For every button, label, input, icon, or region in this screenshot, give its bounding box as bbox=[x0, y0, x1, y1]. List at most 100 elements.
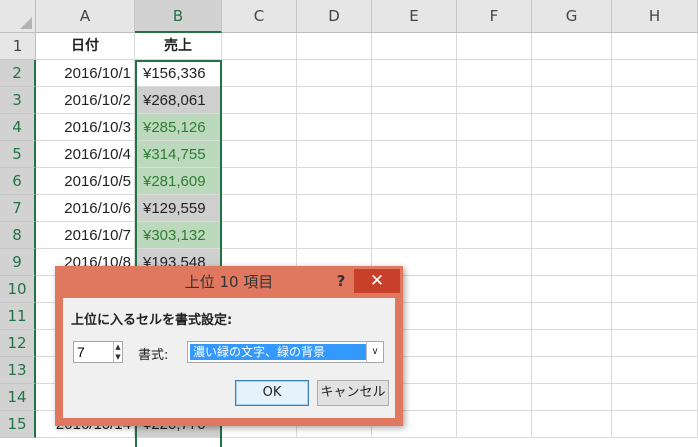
grid-cell[interactable] bbox=[612, 411, 698, 438]
grid-cell[interactable] bbox=[297, 60, 372, 87]
grid-cell[interactable] bbox=[612, 141, 698, 168]
sales-cell[interactable]: ¥268,061 bbox=[135, 87, 222, 114]
grid-cell[interactable] bbox=[612, 60, 698, 87]
grid-cell[interactable] bbox=[297, 168, 372, 195]
row-header-7[interactable]: 7 bbox=[0, 195, 36, 222]
grid-cell[interactable] bbox=[297, 141, 372, 168]
row-header-13[interactable]: 13 bbox=[0, 357, 36, 384]
date-cell[interactable]: 2016/10/1 bbox=[36, 60, 135, 87]
column-header-h[interactable]: H bbox=[612, 0, 698, 33]
grid-cell[interactable] bbox=[372, 195, 457, 222]
grid-cell[interactable] bbox=[457, 168, 532, 195]
grid-cell[interactable] bbox=[222, 60, 297, 87]
grid-cell[interactable] bbox=[372, 114, 457, 141]
row-header-6[interactable]: 6 bbox=[0, 168, 36, 195]
grid-cell[interactable] bbox=[532, 357, 612, 384]
grid-cell[interactable] bbox=[457, 384, 532, 411]
grid-cell[interactable] bbox=[457, 357, 532, 384]
grid-cell[interactable] bbox=[297, 222, 372, 249]
row-header-9[interactable]: 9 bbox=[0, 249, 36, 276]
row-header-8[interactable]: 8 bbox=[0, 222, 36, 249]
grid-cell[interactable] bbox=[297, 33, 372, 60]
grid-cell[interactable] bbox=[532, 33, 612, 60]
grid-cell[interactable] bbox=[457, 114, 532, 141]
sales-cell[interactable]: ¥129,559 bbox=[135, 195, 222, 222]
grid-cell[interactable] bbox=[297, 87, 372, 114]
format-select[interactable]: 濃い緑の文字、緑の背景 ∨ bbox=[187, 341, 384, 363]
spin-down-icon[interactable]: ▼ bbox=[114, 352, 122, 362]
grid-cell[interactable] bbox=[457, 141, 532, 168]
grid-cell[interactable] bbox=[612, 357, 698, 384]
row-header-11[interactable]: 11 bbox=[0, 303, 36, 330]
sales-cell[interactable]: ¥314,755 bbox=[135, 141, 222, 168]
column-header-f[interactable]: F bbox=[457, 0, 532, 33]
grid-cell[interactable] bbox=[532, 195, 612, 222]
row-header-1[interactable]: 1 bbox=[0, 33, 36, 60]
grid-cell[interactable] bbox=[372, 87, 457, 114]
grid-cell[interactable] bbox=[457, 33, 532, 60]
grid-cell[interactable] bbox=[222, 87, 297, 114]
grid-cell[interactable] bbox=[457, 60, 532, 87]
cancel-button[interactable]: キャンセル bbox=[317, 380, 389, 406]
grid-cell[interactable] bbox=[457, 303, 532, 330]
column-header-e[interactable]: E bbox=[372, 0, 457, 33]
grid-cell[interactable] bbox=[532, 411, 612, 438]
column-header-g[interactable]: G bbox=[532, 0, 612, 33]
row-header-10[interactable]: 10 bbox=[0, 276, 36, 303]
column-header-c[interactable]: C bbox=[222, 0, 297, 33]
row-header-15[interactable]: 15 bbox=[0, 411, 36, 438]
grid-cell[interactable] bbox=[532, 276, 612, 303]
grid-cell[interactable] bbox=[457, 87, 532, 114]
grid-cell[interactable] bbox=[372, 33, 457, 60]
row-header-2[interactable]: 2 bbox=[0, 60, 36, 87]
grid-cell[interactable] bbox=[457, 249, 532, 276]
grid-cell[interactable] bbox=[612, 195, 698, 222]
grid-cell[interactable] bbox=[532, 222, 612, 249]
column-header-b[interactable]: B bbox=[135, 0, 222, 33]
grid-cell[interactable] bbox=[222, 141, 297, 168]
header-cell-sales[interactable]: 売上 bbox=[135, 33, 222, 60]
grid-cell[interactable] bbox=[612, 330, 698, 357]
grid-cell[interactable] bbox=[297, 114, 372, 141]
date-cell[interactable]: 2016/10/5 bbox=[36, 168, 135, 195]
sales-cell[interactable]: ¥156,336 bbox=[135, 60, 222, 87]
grid-cell[interactable] bbox=[222, 195, 297, 222]
grid-cell[interactable] bbox=[372, 60, 457, 87]
grid-cell[interactable] bbox=[222, 222, 297, 249]
grid-cell[interactable] bbox=[612, 33, 698, 60]
help-icon[interactable]: ? bbox=[331, 270, 351, 292]
grid-cell[interactable] bbox=[457, 330, 532, 357]
grid-cell[interactable] bbox=[372, 168, 457, 195]
date-cell[interactable]: 2016/10/7 bbox=[36, 222, 135, 249]
grid-cell[interactable] bbox=[532, 141, 612, 168]
row-header-4[interactable]: 4 bbox=[0, 114, 36, 141]
date-cell[interactable]: 2016/10/3 bbox=[36, 114, 135, 141]
row-header-12[interactable]: 12 bbox=[0, 330, 36, 357]
grid-cell[interactable] bbox=[222, 114, 297, 141]
sales-cell[interactable]: ¥303,132 bbox=[135, 222, 222, 249]
grid-cell[interactable] bbox=[532, 330, 612, 357]
sales-cell[interactable]: ¥281,609 bbox=[135, 168, 222, 195]
grid-cell[interactable] bbox=[532, 303, 612, 330]
date-cell[interactable]: 2016/10/2 bbox=[36, 87, 135, 114]
grid-cell[interactable] bbox=[532, 60, 612, 87]
grid-cell[interactable] bbox=[532, 114, 612, 141]
grid-cell[interactable] bbox=[372, 141, 457, 168]
grid-cell[interactable] bbox=[532, 249, 612, 276]
grid-cell[interactable] bbox=[222, 168, 297, 195]
spin-up-icon[interactable]: ▲ bbox=[114, 342, 122, 352]
chevron-down-icon[interactable]: ∨ bbox=[366, 342, 383, 362]
count-spinner[interactable]: ▲ ▼ bbox=[113, 342, 122, 362]
grid-cell[interactable] bbox=[372, 222, 457, 249]
grid-cell[interactable] bbox=[532, 384, 612, 411]
select-all-corner[interactable] bbox=[0, 0, 36, 33]
row-header-3[interactable]: 3 bbox=[0, 87, 36, 114]
grid-cell[interactable] bbox=[612, 168, 698, 195]
close-button[interactable]: ✕ bbox=[354, 269, 400, 293]
grid-cell[interactable] bbox=[612, 249, 698, 276]
ok-button[interactable]: OK bbox=[235, 380, 309, 406]
grid-cell[interactable] bbox=[532, 87, 612, 114]
grid-cell[interactable] bbox=[612, 114, 698, 141]
grid-cell[interactable] bbox=[222, 33, 297, 60]
row-header-14[interactable]: 14 bbox=[0, 384, 36, 411]
